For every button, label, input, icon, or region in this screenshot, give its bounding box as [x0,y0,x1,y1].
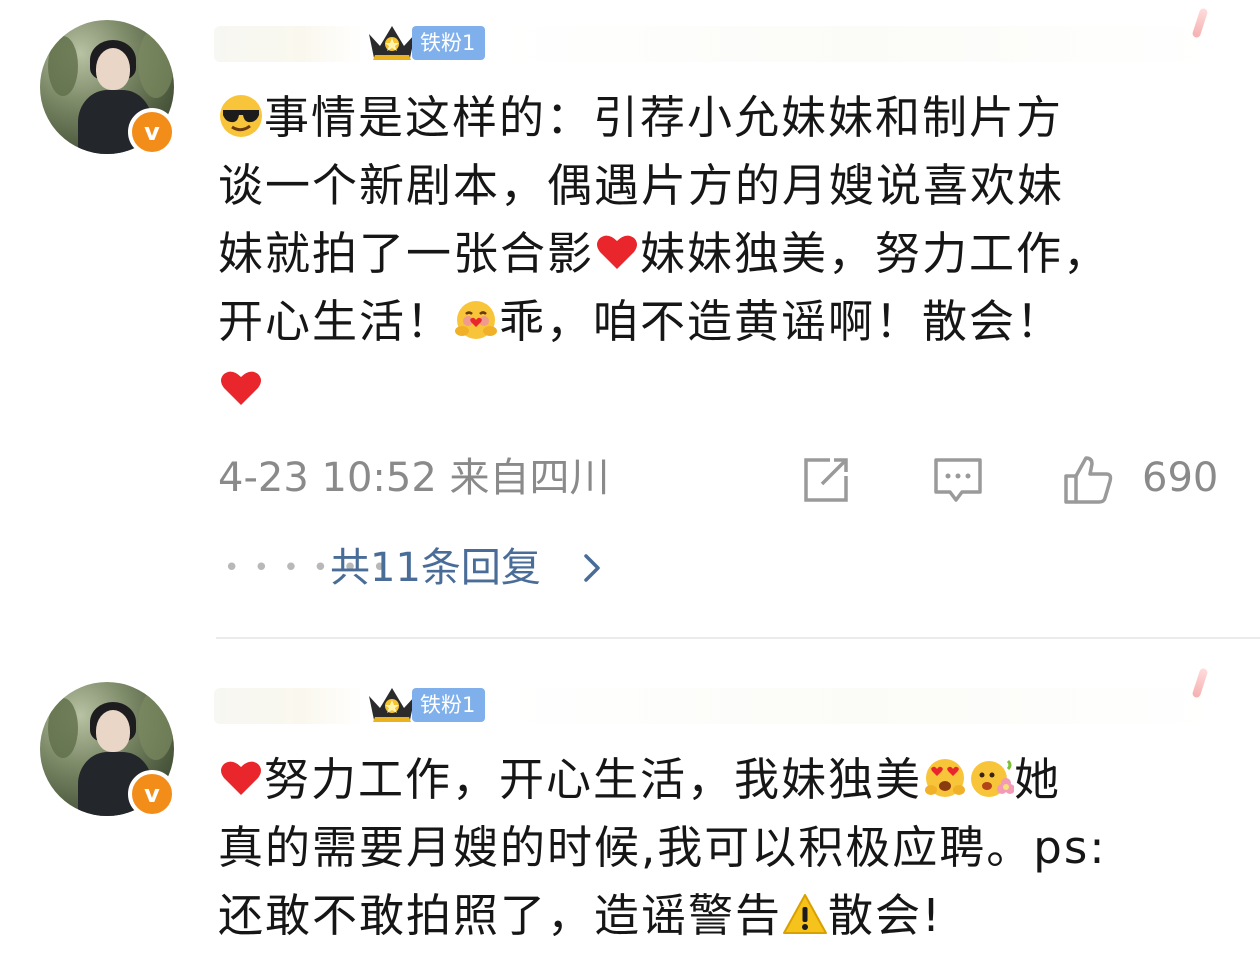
comment-line-text: 谈一个新剧本，偶遇片方的月嫂说喜欢妹 [218,159,1065,212]
fan-level-badge: 铁粉1 [412,688,486,722]
comment-line-text: 乖，咱不造黄谣啊！散会！ [499,295,1064,348]
share-icon[interactable] [800,454,852,506]
username-obscured[interactable] [214,688,364,724]
fan-level-badge: 铁粉1 [412,26,486,60]
avatar[interactable]: v [40,20,176,156]
comment-line-text: 开心生活！ [218,295,454,348]
chevron-right-icon[interactable] [572,548,612,588]
comment-line: 努力工作，开心生活，我妹独美 她 [218,746,1218,814]
replies-link[interactable]: • • • • • • 共11条回复 [218,540,818,596]
comment-line-text: 事情是这样的：引荐小允妹妹和制片方 [264,91,1064,144]
comment-line-text: 妹妹独美，努力工作， [640,227,1111,280]
heart-eyes-emoji-icon [925,759,966,797]
comment-line: 谈一个新剧本，偶遇片方的月嫂说喜欢妹 [218,152,1218,220]
comment-line: 开心生活！ 乖，咱不造黄谣啊！散会！ [218,288,1218,356]
comment-line [218,356,1218,424]
avatar[interactable]: v [40,682,176,818]
comment-line-text: 妹就拍了一张合影 [218,227,595,280]
comment-divider [216,637,1260,639]
heart-emoji-icon [221,371,261,405]
like-count: 690 [1142,455,1219,501]
header-background [500,688,1220,724]
comment-line-text: 努力工作，开心生活，我妹独美 [264,753,923,806]
comment-text: 努力工作，开心生活，我妹独美 她 真的需要月嫂的时候,我可以积极应聘。ps: 还敢… [218,746,1218,950]
heart-emoji-icon [597,235,638,269]
crown-icon [369,26,415,60]
comment-text: 事情是这样的：引荐小允妹妹和制片方 谈一个新剧本，偶遇片方的月嫂说喜欢妹 妹就拍… [218,84,1218,424]
replies-count-label[interactable]: 共11条回复 [330,540,541,596]
timestamp: 4-23 10:52 [218,455,437,501]
warning-emoji-icon [783,894,828,934]
comment-line-text: 散会! [828,889,943,942]
comment-line-text: 真的需要月嫂的时候,我可以积极应聘。ps: [218,821,1107,874]
verified-badge-icon: v [128,108,176,156]
comment-line: 妹就拍了一张合影 妹妹独美，努力工作， [218,220,1218,288]
hug-emoji-icon [455,301,498,339]
comment-icon[interactable] [932,454,984,506]
username-obscured[interactable] [214,26,364,62]
header-background [500,26,1220,62]
comment-line-text: 她 [1014,753,1062,806]
crown-icon [369,688,415,722]
comment-line: 还敢不敢拍照了，造谣警告 散会! [218,882,1218,950]
comment-line: 真的需要月嫂的时候,我可以积极应聘。ps: [218,814,1218,882]
like-icon[interactable] [1062,454,1114,506]
sunglasses-emoji-icon [220,95,262,137]
timestamp-location: 4-23 10:52 来自四川 [218,448,610,508]
heart-emoji-icon [221,761,261,795]
location: 来自四川 [449,455,610,501]
verified-badge-icon: v [128,770,176,818]
comment-meta: 4-23 10:52 来自四川 690 [218,448,1218,508]
comment-line: 事情是这样的：引荐小允妹妹和制片方 [218,84,1218,152]
comment-line-text: 还敢不敢拍照了，造谣警告 [218,889,783,942]
flower-smile-emoji-icon [971,759,1015,797]
